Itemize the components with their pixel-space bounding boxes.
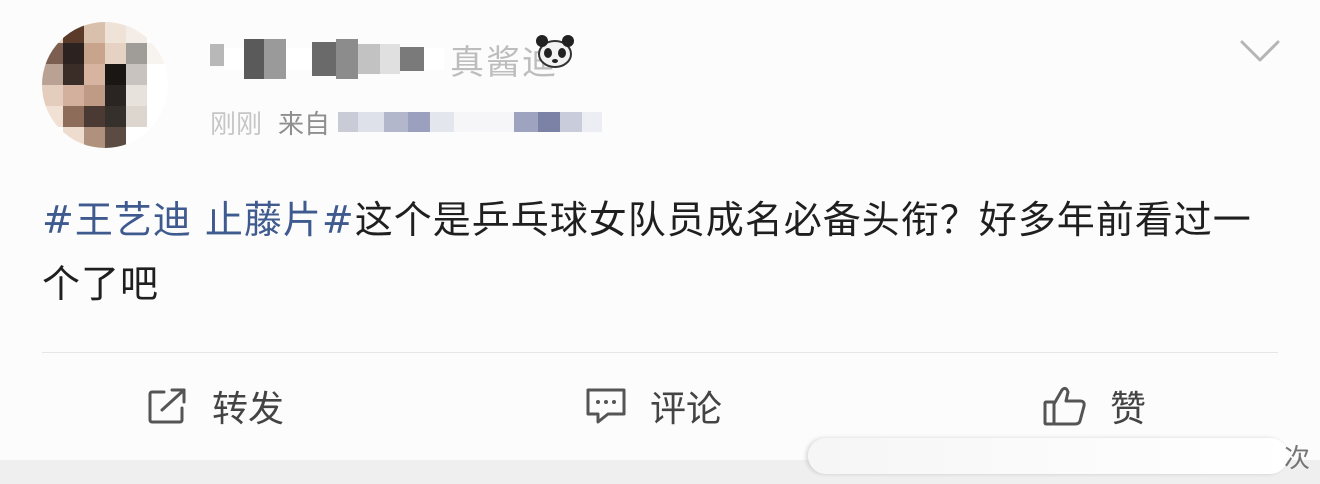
source-mosaic: [338, 112, 359, 132]
weibo-post-card: 真酱迪 刚刚 来自 #王艺迪 止藤片#这个是乒乓球女队员成名必备头衔？好多年前看…: [0, 0, 1320, 460]
panda-icon: [536, 35, 574, 68]
post-meta: 刚刚 来自: [210, 102, 680, 142]
like-label: 赞: [1110, 389, 1147, 430]
source-mosaic: [430, 112, 455, 132]
thumbs-up-icon: [1043, 386, 1086, 426]
source-mosaic: [408, 112, 431, 132]
source-mosaic: [560, 112, 583, 132]
username-mosaic: [380, 44, 400, 74]
source-mosaic: [384, 112, 409, 132]
username-mosaic: [224, 48, 244, 70]
username-mosaic: [244, 39, 264, 79]
divider: [42, 352, 1278, 353]
chevron-down-icon[interactable]: [1236, 32, 1284, 72]
username-mosaic: [312, 42, 336, 76]
source-label: 来自: [278, 109, 331, 140]
post-content: #王艺迪 止藤片#这个是乒乓球女队员成名必备头衔？好多年前看过一个了吧: [42, 188, 1282, 316]
source-mosaic: [582, 112, 603, 132]
source-mosaic: [358, 112, 385, 132]
source-mosaic: [454, 112, 515, 132]
floating-pill[interactable]: [808, 438, 1288, 474]
username-mosaic: [400, 47, 424, 71]
comment-bubble-icon: [586, 388, 626, 424]
username-mosaic: [210, 44, 224, 66]
username-mosaic: [264, 39, 286, 79]
pill-suffix-text: 次: [1284, 444, 1311, 474]
repost-label: 转发: [212, 389, 285, 430]
source-mosaic: [538, 112, 561, 132]
username-mosaic: [358, 44, 380, 74]
username-mosaic: [424, 48, 444, 70]
share-edit-icon: [148, 388, 186, 424]
avatar[interactable]: [42, 22, 168, 148]
like-button[interactable]: 赞: [1042, 378, 1146, 434]
username-mosaic: [286, 48, 312, 70]
post-time: 刚刚: [210, 109, 263, 140]
repost-button[interactable]: 转发: [146, 378, 284, 434]
topic-link[interactable]: #王艺迪 止藤片#: [42, 198, 355, 242]
comment-label: 评论: [650, 389, 723, 430]
comment-button[interactable]: 评论: [584, 378, 722, 434]
source-mosaic: [514, 112, 539, 132]
username-mosaic: [336, 39, 358, 79]
